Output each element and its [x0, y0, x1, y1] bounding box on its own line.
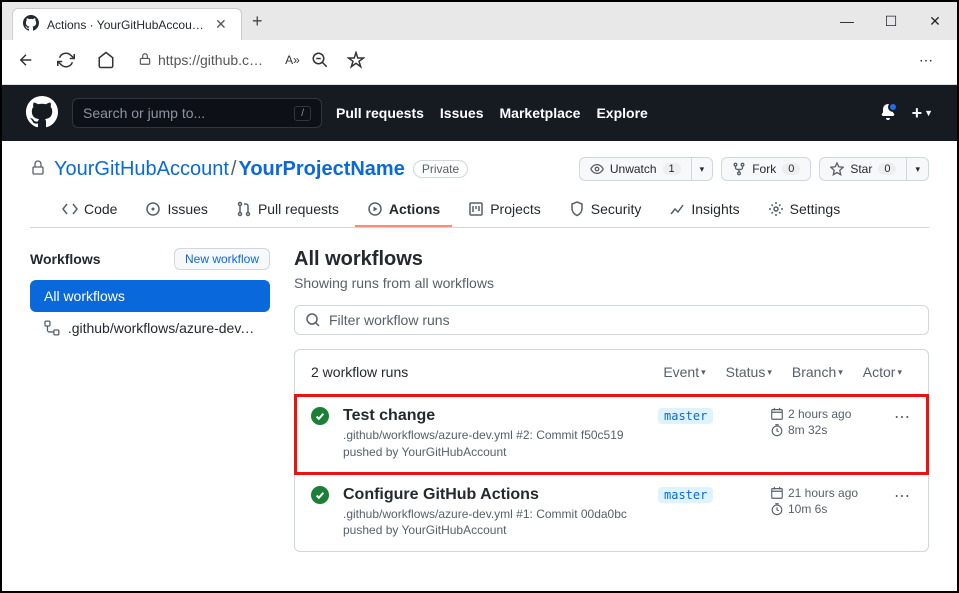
sidebar-item-all-workflows[interactable]: All workflows	[30, 280, 270, 312]
filter-status[interactable]: Status▾	[716, 364, 782, 380]
tab-close-icon[interactable]: ✕	[215, 16, 231, 33]
workflow-runs-box: 2 workflow runs Event▾ Status▾ Branch▾ A…	[294, 349, 929, 552]
tab-security[interactable]: Security	[557, 193, 654, 227]
tab-title: Actions · YourGitHubAccount/Yo	[47, 18, 207, 32]
url-text: https://github.c…	[158, 52, 263, 68]
unwatch-caret[interactable]: ▾	[692, 157, 714, 181]
new-tab-button[interactable]: +	[242, 5, 273, 38]
unwatch-button[interactable]: Unwatch 1	[579, 157, 692, 181]
url-box[interactable]: https://github.c…	[130, 48, 271, 73]
tab-issues[interactable]: Issues	[133, 193, 219, 227]
fork-button[interactable]: Fork 0	[721, 157, 811, 181]
page-subtitle: Showing runs from all workflows	[294, 275, 929, 291]
runs-header: 2 workflow runs Event▾ Status▾ Branch▾ A…	[295, 350, 928, 395]
status-success-icon	[311, 407, 331, 428]
repo-project-link[interactable]: YourProjectName	[238, 158, 404, 180]
star-button-group: Star 0 ▾	[819, 157, 929, 181]
reader-mode-icon[interactable]: A»	[285, 44, 300, 76]
calendar-icon	[770, 407, 784, 421]
tab-pull-requests[interactable]: Pull requests	[224, 193, 351, 227]
github-search-input[interactable]: Search or jump to... /	[72, 98, 322, 128]
repo-owner-link[interactable]: YourGitHubAccount	[54, 158, 229, 180]
branch-pill[interactable]: master	[658, 408, 713, 424]
address-bar: https://github.c… A» ⋯	[2, 40, 957, 85]
slash-hint: /	[294, 106, 311, 121]
stopwatch-icon	[770, 502, 784, 516]
tab-code[interactable]: Code	[50, 193, 129, 227]
back-button[interactable]	[10, 44, 42, 76]
filter-input[interactable]: Filter workflow runs	[294, 305, 929, 335]
workflow-run-row[interactable]: Configure GitHub Actions .github/workflo…	[295, 474, 928, 552]
nav-pull-requests[interactable]: Pull requests	[336, 105, 424, 121]
favorite-icon[interactable]	[340, 44, 372, 76]
search-icon	[305, 312, 321, 328]
filter-branch[interactable]: Branch▾	[782, 364, 853, 380]
browser-tab[interactable]: Actions · YourGitHubAccount/Yo ✕	[12, 8, 242, 40]
stopwatch-icon	[770, 423, 784, 437]
notifications-icon[interactable]	[880, 104, 896, 123]
branch-pill[interactable]: master	[658, 487, 713, 503]
repo-header: YourGitHubAccount/YourProjectName Privat…	[2, 141, 957, 228]
nav-issues[interactable]: Issues	[440, 105, 484, 121]
run-title: Configure GitHub Actions	[343, 486, 646, 504]
unwatch-button-group: Unwatch 1 ▾	[579, 157, 713, 181]
status-success-icon	[311, 486, 331, 507]
tab-projects[interactable]: Projects	[456, 193, 553, 227]
tab-settings[interactable]: Settings	[756, 193, 853, 227]
main-panel: All workflows Showing runs from all work…	[294, 248, 929, 552]
run-title: Test change	[343, 407, 646, 425]
sidebar-item-workflow-file[interactable]: .github/workflows/azure-dev.…	[30, 312, 270, 344]
tab-insights[interactable]: Insights	[657, 193, 751, 227]
window-controls: — ☐ ✕	[825, 4, 957, 38]
star-caret[interactable]: ▾	[907, 157, 929, 181]
github-logo-icon[interactable]	[26, 96, 58, 131]
repo-name: YourGitHubAccount/YourProjectName	[54, 158, 405, 181]
lock-icon	[138, 52, 152, 69]
zoom-icon[interactable]	[304, 44, 336, 76]
new-workflow-button[interactable]: New workflow	[174, 248, 270, 270]
nav-explore[interactable]: Explore	[596, 105, 647, 121]
run-menu-button[interactable]: ⋯	[892, 486, 912, 506]
nav-marketplace[interactable]: Marketplace	[500, 105, 581, 121]
workflow-run-row[interactable]: Test change .github/workflows/azure-dev.…	[295, 395, 928, 474]
run-meta: 21 hours ago 10m 6s	[770, 486, 880, 518]
run-description: .github/workflows/azure-dev.yml #1: Comm…	[343, 506, 646, 540]
refresh-button[interactable]	[50, 44, 82, 76]
create-new-dropdown[interactable]: +▼	[912, 103, 933, 124]
run-menu-button[interactable]: ⋯	[892, 407, 912, 427]
tab-actions[interactable]: Actions	[355, 193, 452, 227]
browser-more-button[interactable]: ⋯	[903, 52, 949, 69]
close-window-button[interactable]: ✕	[913, 4, 957, 38]
filter-event[interactable]: Event▾	[653, 364, 715, 380]
page-title: All workflows	[294, 248, 929, 271]
home-button[interactable]	[90, 44, 122, 76]
lock-repo-icon	[30, 160, 46, 179]
workflows-sidebar: Workflows New workflow All workflows .gi…	[30, 248, 270, 552]
minimize-button[interactable]: —	[825, 4, 869, 38]
run-meta: 2 hours ago 8m 32s	[770, 407, 880, 439]
notification-dot	[888, 102, 898, 112]
runs-count: 2 workflow runs	[311, 364, 653, 380]
content: Workflows New workflow All workflows .gi…	[2, 228, 957, 572]
workflow-icon	[44, 320, 60, 336]
star-button[interactable]: Star 0	[819, 157, 907, 181]
tab-favicon-github-icon	[23, 15, 39, 34]
maximize-button[interactable]: ☐	[869, 4, 913, 38]
titlebar: Actions · YourGitHubAccount/Yo ✕ + — ☐ ✕	[2, 2, 957, 40]
browser-chrome: Actions · YourGitHubAccount/Yo ✕ + — ☐ ✕…	[2, 2, 957, 85]
calendar-icon	[770, 486, 784, 500]
visibility-badge: Private	[413, 160, 468, 178]
github-header: Search or jump to... / Pull requests Iss…	[2, 85, 957, 141]
search-placeholder: Search or jump to...	[83, 105, 205, 121]
github-nav: Pull requests Issues Marketplace Explore	[336, 105, 648, 121]
run-description: .github/workflows/azure-dev.yml #2: Comm…	[343, 427, 646, 461]
sidebar-title: Workflows	[30, 251, 101, 267]
repo-tabs: Code Issues Pull requests Actions Projec…	[30, 193, 929, 228]
filter-actor[interactable]: Actor▾	[853, 364, 912, 380]
